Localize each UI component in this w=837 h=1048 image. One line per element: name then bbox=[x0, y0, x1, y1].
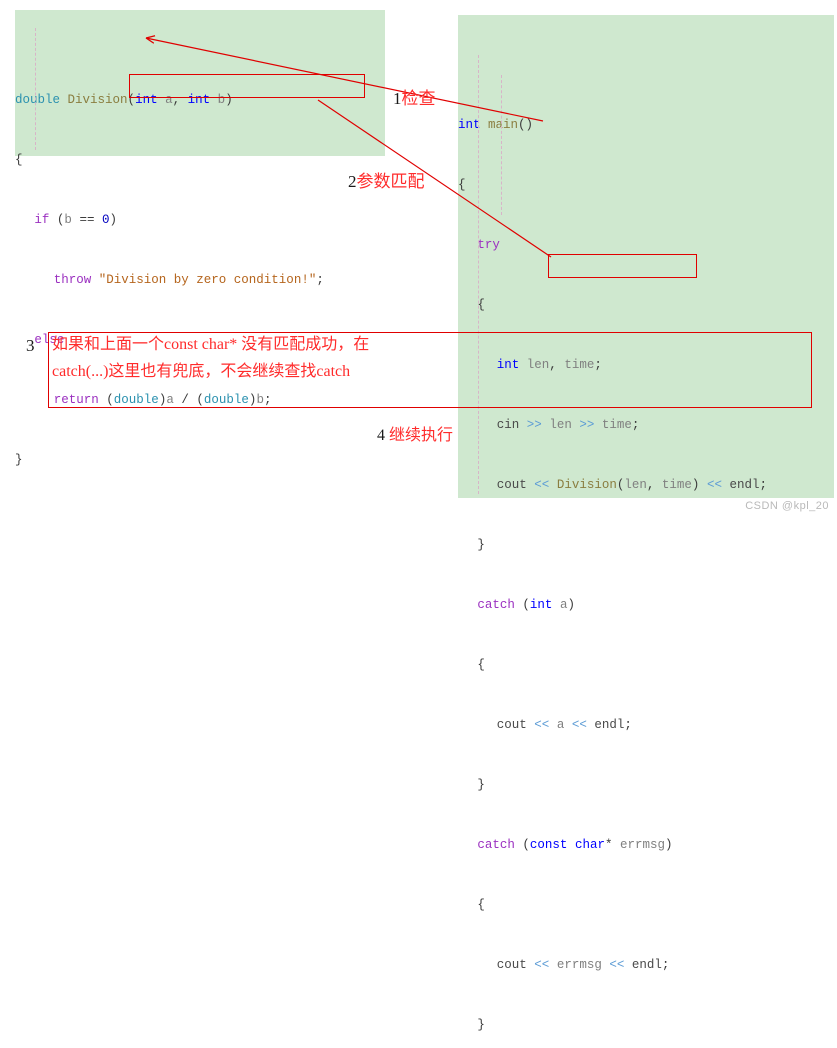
highlight-box-catch-const-char bbox=[548, 254, 697, 278]
annotation-3-number: 3 bbox=[26, 336, 35, 355]
annotation-3-line-1: 如果和上面一个const char* 没有匹配成功，在 bbox=[52, 336, 370, 353]
code-line: catch (const char* errmsg) bbox=[477, 838, 673, 852]
annotation-4-number: 4 bbox=[377, 427, 385, 444]
annotation-4: 4 继续执行 bbox=[377, 421, 453, 445]
annotation-4-label: 继续执行 bbox=[389, 427, 454, 444]
code-line: cout << errmsg << endl; bbox=[496, 958, 670, 972]
code-line: { bbox=[477, 658, 485, 672]
annotation-3-text: 如果和上面一个const char* 没有匹配成功，在 catch(...)这里… bbox=[52, 331, 382, 385]
annotation-2: 2参数匹配 bbox=[348, 167, 425, 192]
code-line: { bbox=[477, 898, 485, 912]
code-line: catch (int a) bbox=[477, 598, 575, 612]
code-line: cout << a << endl; bbox=[496, 718, 632, 732]
csdn-watermark: CSDN @kpl_20 bbox=[745, 500, 829, 512]
code-line: } bbox=[477, 538, 485, 552]
code-line: } bbox=[477, 1018, 485, 1032]
annotation-2-label: 参数匹配 bbox=[356, 172, 425, 191]
annotation-1-label: 检查 bbox=[401, 89, 436, 108]
annotation-2-number: 2 bbox=[348, 172, 357, 191]
annotation-1: 1检查 bbox=[393, 84, 436, 109]
annotation-1-number: 1 bbox=[393, 89, 402, 108]
screenshot-canvas: double Division(int a, int b) { if (b ==… bbox=[0, 0, 837, 1032]
code-line: } bbox=[477, 778, 485, 792]
annotation-3-line-2: catch(...)这里也有兜底，不会继续查找catch bbox=[52, 363, 351, 380]
highlight-box-throw-string bbox=[129, 74, 365, 98]
annotation-arrows bbox=[0, 0, 552, 258]
